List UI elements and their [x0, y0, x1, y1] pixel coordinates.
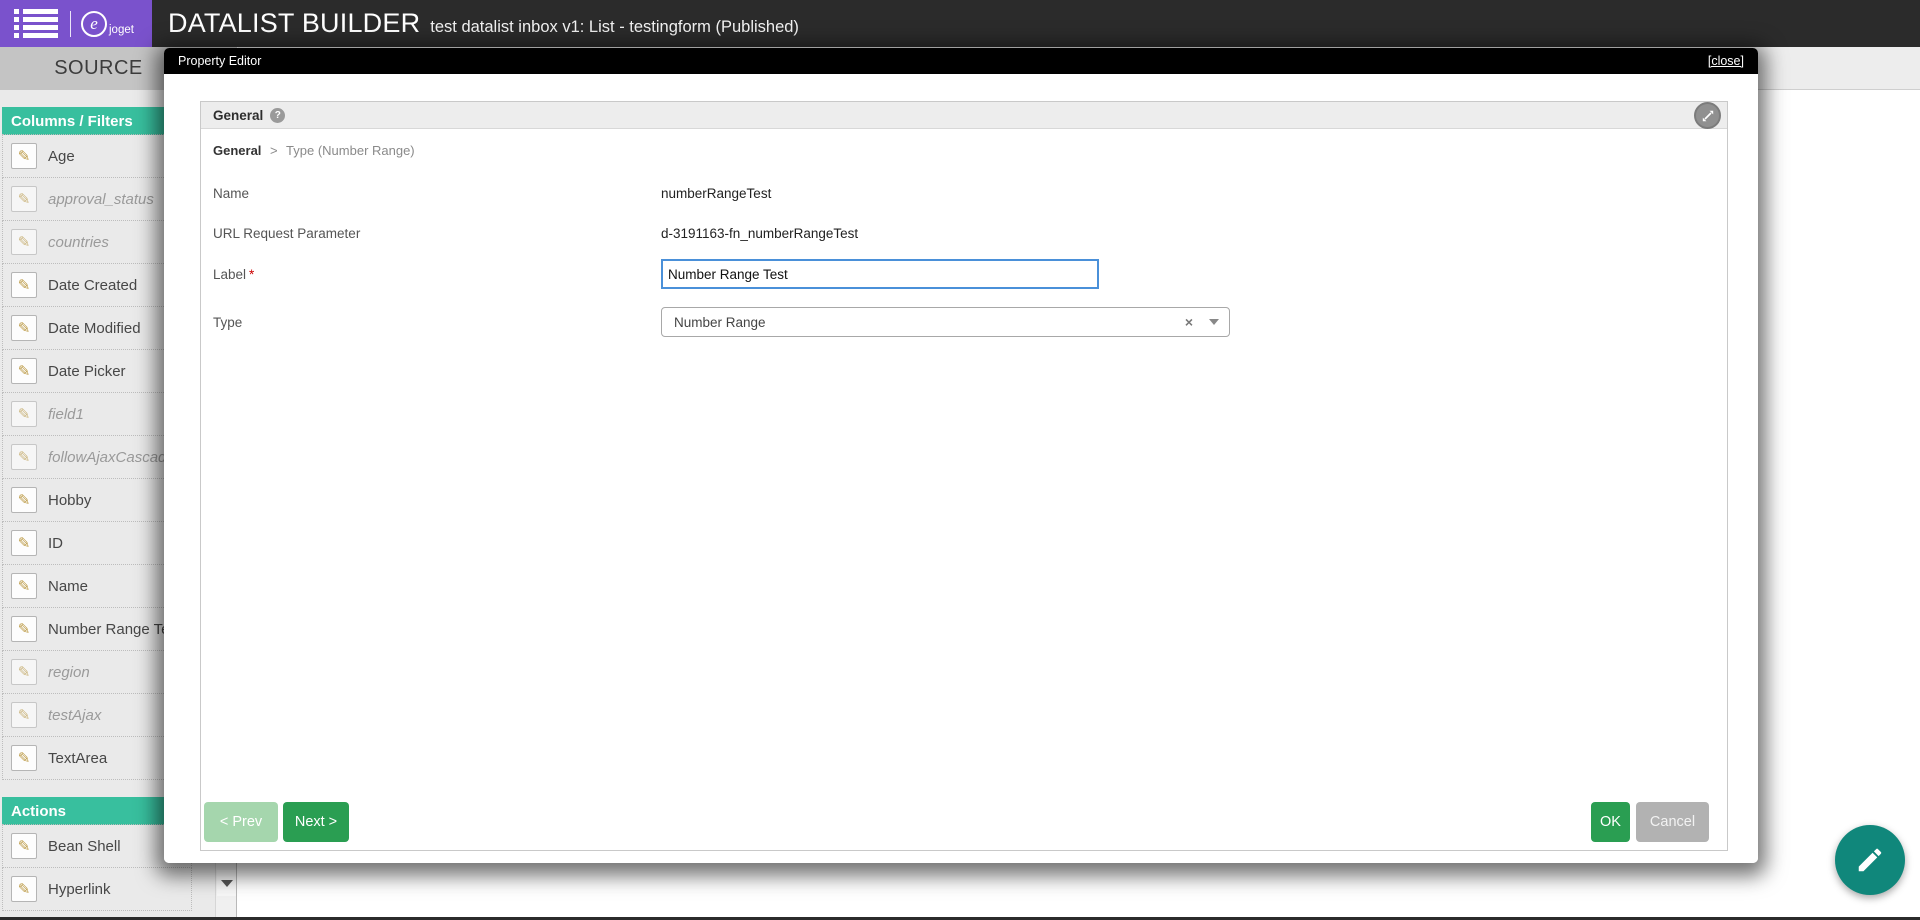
sidebar-item-label: Number Range Te [48, 621, 169, 638]
next-button[interactable]: Next > [283, 802, 349, 842]
pencil-icon: ✎ [11, 315, 37, 341]
sidebar-item-label: testAjax [48, 707, 101, 724]
scroll-down-button[interactable] [217, 870, 236, 896]
sidebar-item-label: approval_status [48, 191, 154, 208]
pencil-icon: ✎ [11, 833, 37, 859]
sidebar-item[interactable]: ✎ Hyperlink [2, 867, 192, 911]
resize-diagonal-icon [1701, 109, 1715, 123]
property-form: Name numberRangeTest URL Request Paramet… [201, 184, 1727, 338]
field-row-label: Label* [213, 259, 1727, 289]
sidebar-item-label: followAjaxCascad [48, 449, 166, 466]
joget-logo: e joget [81, 11, 134, 37]
sidebar-item-label: Hyperlink [48, 881, 111, 898]
prev-button[interactable]: < Prev [204, 802, 278, 842]
breadcrumb-separator: > [270, 143, 278, 158]
close-link[interactable]: [close] [1708, 54, 1744, 68]
cancel-button[interactable]: Cancel [1636, 802, 1709, 842]
field-row-url-param: URL Request Parameter d-3191163-fn_numbe… [213, 224, 1727, 242]
sidebar-item-label: region [48, 664, 90, 681]
pencil-icon: ✎ [11, 702, 37, 728]
dropdown-arrow-icon[interactable] [1209, 319, 1219, 325]
breadcrumb-type: Type (Number Range) [286, 143, 415, 158]
sidebar-item-label: Bean Shell [48, 838, 121, 855]
breadcrumb-general[interactable]: General [213, 143, 261, 158]
page-subtitle: test datalist inbox v1: List - testingfo… [430, 4, 799, 51]
pencil-icon: ✎ [11, 573, 37, 599]
url-param-label: URL Request Parameter [213, 226, 661, 241]
joget-logo-text: joget [109, 24, 134, 37]
pencil-icon: ✎ [11, 143, 37, 169]
top-header: e joget DATALIST BUILDER test datalist i… [0, 0, 1920, 47]
pencil-icon: ✎ [11, 530, 37, 556]
expand-dialog-button[interactable] [1694, 102, 1721, 129]
sidebar-item-label: Date Created [48, 277, 137, 294]
label-field-label: Label* [213, 267, 661, 282]
help-icon[interactable]: ? [270, 108, 285, 123]
pencil-icon: ✎ [11, 272, 37, 298]
pencil-icon: ✎ [11, 616, 37, 642]
type-select-value: Number Range [674, 315, 1185, 330]
clear-selection-icon[interactable]: × [1185, 315, 1193, 329]
sidebar-item-label: countries [48, 234, 109, 251]
general-fieldset: General ? General > Type (Number Range) [200, 101, 1728, 851]
type-select[interactable]: Number Range × [661, 307, 1230, 337]
joget-logo-icon: e [81, 11, 107, 37]
field-row-name: Name numberRangeTest [213, 184, 1727, 202]
sidebar-item-label: TextArea [48, 750, 107, 767]
dialog-title: Property Editor [178, 54, 261, 68]
property-editor-titlebar: Property Editor [close] [164, 48, 1758, 74]
ok-button[interactable]: OK [1591, 802, 1630, 842]
page-title: DATALIST BUILDER [168, 0, 420, 47]
menu-icon[interactable] [14, 9, 58, 39]
sidebar-item-label: Age [48, 148, 75, 165]
name-value: numberRangeTest [661, 186, 771, 201]
breadcrumb: General > Type (Number Range) [201, 129, 1727, 158]
required-asterisk: * [249, 267, 254, 282]
pencil-icon: ✎ [11, 659, 37, 685]
pencil-icon: ✎ [11, 487, 37, 513]
url-param-value: d-3191163-fn_numberRangeTest [661, 226, 858, 241]
pencil-icon [1855, 845, 1885, 875]
pencil-icon: ✎ [11, 186, 37, 212]
section-title: General [213, 108, 263, 123]
chevron-down-icon [221, 880, 233, 887]
pencil-icon: ✎ [11, 745, 37, 771]
sidebar-item-label: Date Modified [48, 320, 141, 337]
sidebar-item-label: Date Picker [48, 363, 126, 380]
sidebar-item-label: Name [48, 578, 88, 595]
sidebar-item-label: ID [48, 535, 63, 552]
pencil-icon: ✎ [11, 876, 37, 902]
pencil-icon: ✎ [11, 444, 37, 470]
property-editor-dialog: Property Editor [close] General ? Genera… [164, 48, 1758, 863]
field-row-type: Type Number Range × [213, 306, 1727, 338]
pencil-icon: ✎ [11, 358, 37, 384]
property-editor-body: General ? General > Type (Number Range) [164, 74, 1758, 863]
general-section-header: General ? [201, 102, 1727, 129]
label-input[interactable] [661, 259, 1099, 289]
sidebar-item-label: field1 [48, 406, 84, 423]
pencil-icon: ✎ [11, 229, 37, 255]
brand-block: e joget [0, 0, 152, 47]
type-field-label: Type [213, 315, 661, 330]
pencil-icon: ✎ [11, 401, 37, 427]
name-label: Name [213, 186, 661, 201]
brand-divider [70, 11, 71, 37]
edit-fab-button[interactable] [1835, 825, 1905, 895]
sidebar-item-label: Hobby [48, 492, 91, 509]
